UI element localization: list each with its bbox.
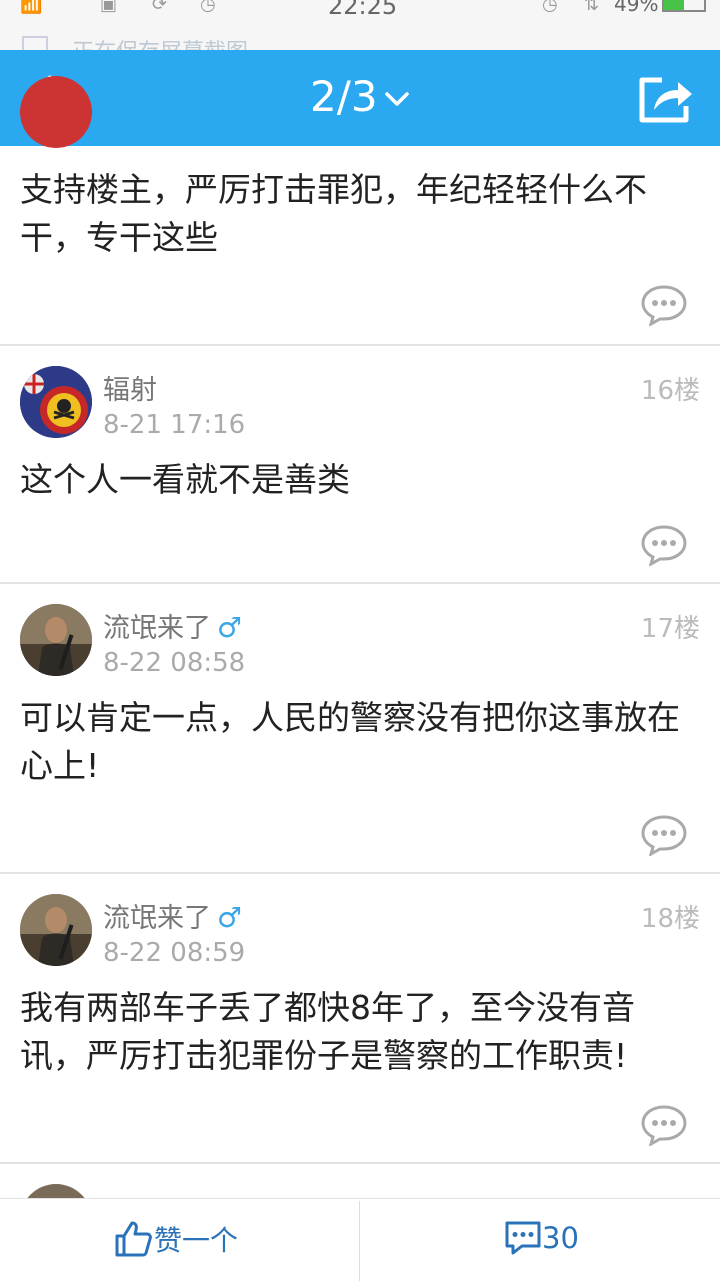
reply-post-17: 流氓来了 ♂ 8-22 08:58 17楼 可以肯定一点，人民的警察没有把你这事放… [0, 584, 720, 874]
comment-icon[interactable] [640, 1104, 688, 1146]
battery-fill [664, 0, 684, 10]
top-bar: 2/3 [0, 50, 720, 146]
divider [359, 1201, 360, 1281]
username-text: 流氓来了 [103, 903, 211, 934]
post-text: 我有两部车子丢了都快8年了，至今没有音讯，严厉打击犯罪份子是警察的工作职责! [20, 988, 635, 1075]
username[interactable]: 流氓来了 ♂ [103, 606, 242, 645]
portrait-photo [20, 894, 92, 966]
username-text: 流氓来了 [103, 613, 211, 644]
status-bar: 📶 ▣ ⟳ ◷ 22:25 ◷ ⇅ 49% 正在保存屏幕截图 [0, 0, 720, 52]
reply-post-16: 辐射 8-21 17:16 16楼 这个人一看就不是善类 [0, 346, 720, 584]
gallery-icon: ▣ [100, 0, 118, 15]
like-button[interactable]: 赞一个 [114, 1219, 238, 1263]
avatar[interactable] [20, 604, 92, 676]
comment-count: 30 [542, 1221, 579, 1255]
post-text: 可以肯定一点，人民的警察没有把你这事放在心上! [20, 698, 680, 785]
avatar[interactable] [20, 366, 92, 438]
clock-icon: ◷ [200, 0, 216, 15]
username[interactable]: 辐射 [103, 368, 157, 407]
avatar[interactable] [20, 76, 92, 148]
floor-number: 18楼 [640, 904, 700, 934]
chevron-down-icon [384, 91, 409, 106]
battery-percent: 49% [614, 0, 659, 16]
post-date: 8-22 08:59 [103, 938, 246, 968]
sync-icon: ⟳ [152, 0, 168, 15]
portrait-photo [20, 604, 92, 676]
alarm-icon: ◷ [542, 0, 558, 15]
floor-number: 16楼 [640, 376, 700, 406]
like-label: 赞一个 [154, 1224, 239, 1257]
avatar[interactable] [20, 894, 92, 966]
reply-post-15: 支持楼主，严厉打击罪犯，年纪轻轻什么不干，专干这些 [0, 76, 720, 346]
comment-bubble-icon [505, 1221, 541, 1255]
comment-icon[interactable] [640, 284, 688, 326]
comment-icon[interactable] [640, 524, 688, 566]
share-icon[interactable] [636, 72, 696, 126]
username[interactable]: 流氓来了 ♂ [103, 896, 242, 935]
post-text: 支持楼主，严厉打击罪犯，年纪轻轻什么不干，专干这些 [20, 170, 647, 257]
post-text: 这个人一看就不是善类 [20, 460, 350, 499]
comments-button[interactable]: 30 [504, 1219, 579, 1263]
thumbs-up-icon [115, 1221, 152, 1257]
comment-icon[interactable] [640, 814, 688, 856]
post-date: 8-21 17:16 [103, 410, 246, 440]
reply-post-18: 流氓来了 ♂ 8-22 08:59 18楼 我有两部车子丢了都快8年了，至今没有音… [0, 874, 720, 1164]
skull-badge-icon [20, 366, 92, 438]
floor-number: 17楼 [640, 614, 700, 644]
battery-icon [662, 0, 706, 12]
post-date: 8-22 08:58 [103, 648, 246, 678]
page-indicator: 2/3 [310, 72, 378, 121]
male-gender-icon: ♂ [217, 901, 243, 934]
bottom-action-bar: 赞一个 30 [0, 1198, 720, 1281]
status-time: 22:25 [328, 0, 398, 20]
data-transfer-icon: ⇅ [584, 0, 600, 15]
male-gender-icon: ♂ [217, 611, 243, 644]
signal-icon: 📶 [20, 0, 43, 15]
page-selector[interactable]: 2/3 [310, 72, 410, 121]
